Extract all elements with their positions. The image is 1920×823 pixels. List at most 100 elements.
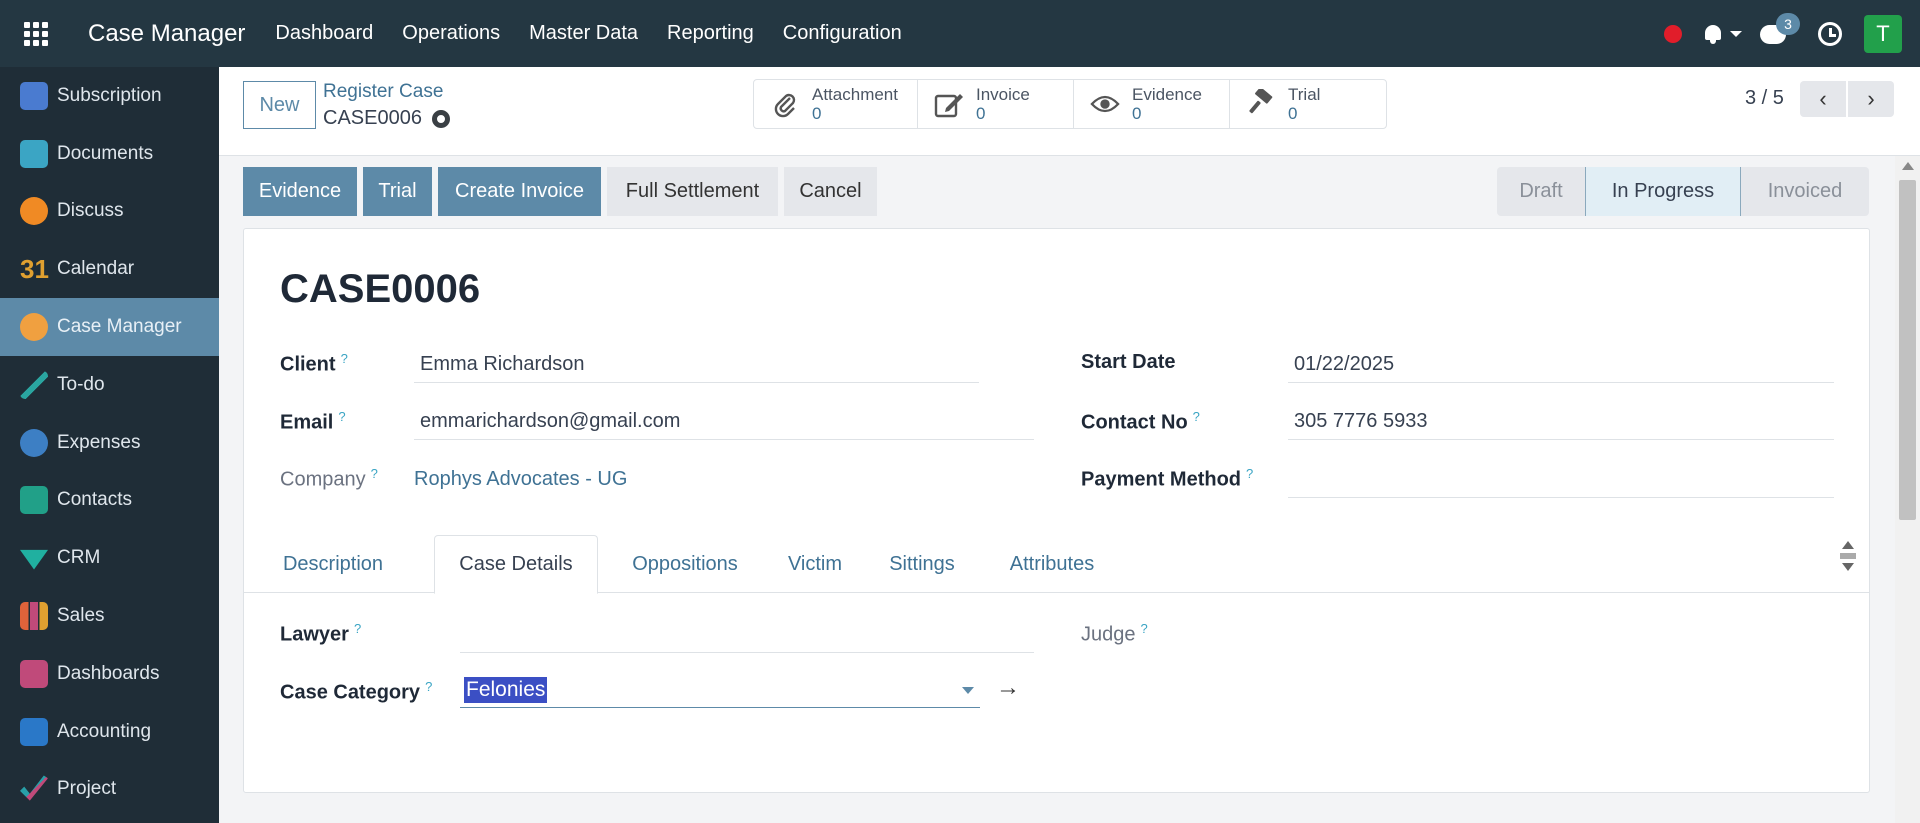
- chevron-down-icon[interactable]: [962, 687, 974, 694]
- project-icon: [20, 775, 48, 801]
- sidebar-item-label: Dashboards: [57, 662, 160, 684]
- documents-icon: [20, 139, 48, 168]
- accounting-icon: [20, 717, 48, 746]
- sidebar-item-calendar[interactable]: 31 Calendar: [0, 240, 219, 298]
- client-field[interactable]: Emma Richardson: [414, 347, 979, 383]
- recording-indicator-icon[interactable]: [1664, 24, 1682, 43]
- help-icon[interactable]: ?: [338, 409, 345, 424]
- create-invoice-button[interactable]: Create Invoice: [438, 167, 601, 216]
- help-icon[interactable]: ?: [371, 466, 378, 481]
- sidebar-item-label: CRM: [57, 547, 101, 569]
- scroll-up-icon[interactable]: [1901, 162, 1914, 170]
- sidebar-item-label: Case Manager: [57, 316, 182, 338]
- evidence-smart-button[interactable]: Evidence 0: [1074, 80, 1230, 128]
- menu-reporting[interactable]: Reporting: [667, 22, 754, 45]
- tab-oppositions[interactable]: Oppositions: [610, 535, 760, 593]
- lawyer-field[interactable]: [460, 617, 1034, 653]
- clock-icon[interactable]: [1818, 21, 1842, 46]
- tab-victim[interactable]: Victim: [774, 535, 856, 593]
- chevron-down-icon[interactable]: [1730, 30, 1742, 37]
- case-category-label-text: Case Category: [280, 681, 421, 704]
- evidence-button[interactable]: Evidence: [243, 167, 357, 216]
- sidebar-item-documents[interactable]: Documents: [0, 125, 219, 183]
- status-in-progress[interactable]: In Progress: [1585, 167, 1741, 216]
- status-draft[interactable]: Draft: [1497, 167, 1585, 216]
- paperclip-icon: [770, 89, 800, 119]
- user-avatar[interactable]: T: [1864, 14, 1902, 53]
- tabs-scroller[interactable]: [1839, 537, 1857, 585]
- breadcrumb-current-label: CASE0006: [323, 107, 422, 129]
- sidebar-item-expenses[interactable]: Expenses: [0, 414, 219, 472]
- calendar-icon: 31: [20, 254, 49, 285]
- pager-previous-button[interactable]: ‹: [1800, 81, 1846, 117]
- todo-icon: [20, 370, 48, 399]
- sidebar-item-subscription[interactable]: Subscription: [0, 67, 219, 125]
- help-icon[interactable]: ?: [354, 621, 361, 636]
- menu-dashboard[interactable]: Dashboard: [275, 22, 373, 45]
- gear-icon[interactable]: [431, 109, 450, 128]
- email-field[interactable]: emmarichardson@gmail.com: [414, 404, 1034, 440]
- case-manager-icon: [20, 313, 48, 342]
- discuss-icon: [20, 197, 48, 226]
- bell-icon[interactable]: [1702, 23, 1724, 45]
- apps-menu-icon[interactable]: [0, 0, 72, 67]
- judge-label-text: Judge: [1081, 623, 1136, 646]
- tab-attributes[interactable]: Attributes: [988, 535, 1116, 593]
- status-invoiced[interactable]: Invoiced: [1741, 167, 1869, 216]
- menu-master-data[interactable]: Master Data: [529, 22, 638, 45]
- sidebar-item-sales[interactable]: Sales: [0, 587, 219, 645]
- sidebar-item-project[interactable]: Project: [0, 761, 219, 819]
- company-field[interactable]: Rophys Advocates - UG: [408, 461, 808, 497]
- menu-configuration[interactable]: Configuration: [783, 22, 902, 45]
- full-settlement-button[interactable]: Full Settlement: [607, 167, 778, 216]
- new-button[interactable]: New: [243, 81, 316, 129]
- sidebar-item-todo[interactable]: To-do: [0, 356, 219, 414]
- sidebar: Subscription Documents Discuss 31 Calenda…: [0, 67, 219, 823]
- chat-icon[interactable]: 3: [1760, 12, 1800, 47]
- tab-case-details[interactable]: Case Details: [434, 535, 598, 594]
- app-title[interactable]: Case Manager: [88, 20, 245, 48]
- chat-badge: 3: [1776, 12, 1800, 35]
- chevron-right-icon: ›: [1867, 86, 1875, 111]
- crm-icon: [20, 549, 48, 570]
- cancel-button[interactable]: Cancel: [784, 167, 877, 216]
- invoice-smart-button[interactable]: Invoice 0: [918, 80, 1074, 128]
- start-date-field[interactable]: 01/22/2025: [1288, 347, 1834, 383]
- pager-value[interactable]: 3 / 5: [1745, 87, 1784, 110]
- help-icon[interactable]: ?: [425, 679, 432, 694]
- help-icon[interactable]: ?: [1141, 621, 1148, 636]
- trial-button[interactable]: Trial: [363, 167, 432, 216]
- page-scrollbar[interactable]: [1895, 156, 1920, 823]
- sidebar-item-case-manager[interactable]: Case Manager: [0, 298, 219, 356]
- attachment-smart-button[interactable]: Attachment 0: [754, 80, 918, 128]
- edit-icon: [934, 89, 964, 119]
- sidebar-item-contacts[interactable]: Contacts: [0, 472, 219, 530]
- breadcrumb-current: CASE0006: [323, 107, 450, 130]
- scrollbar-thumb[interactable]: [1899, 180, 1916, 520]
- payment-method-label-text: Payment Method: [1081, 468, 1242, 491]
- form-sheet: CASE0006 Client? Emma Richardson Email? …: [243, 228, 1870, 793]
- smart-buttons: Attachment 0 Invoice 0 Evidence 0 Trial 0: [753, 79, 1387, 129]
- menu-operations[interactable]: Operations: [402, 22, 500, 45]
- payment-method-field[interactable]: [1288, 462, 1834, 498]
- pager-next-button[interactable]: ›: [1848, 81, 1894, 117]
- tab-description[interactable]: Description: [269, 535, 397, 593]
- help-icon[interactable]: ?: [1246, 466, 1253, 481]
- arrow-right-icon[interactable]: →: [996, 674, 1020, 702]
- breadcrumb-parent[interactable]: Register Case: [323, 81, 443, 103]
- start-date-label: Start Date: [1081, 351, 1176, 373]
- sidebar-item-accounting[interactable]: Accounting: [0, 703, 219, 761]
- eye-icon: [1090, 89, 1120, 119]
- sidebar-item-label: Expenses: [57, 431, 141, 453]
- help-icon[interactable]: ?: [341, 351, 348, 366]
- sidebar-item-discuss[interactable]: Discuss: [0, 183, 219, 241]
- sidebar-item-crm[interactable]: CRM: [0, 529, 219, 587]
- help-icon[interactable]: ?: [1193, 409, 1200, 424]
- sidebar-item-dashboards[interactable]: Dashboards: [0, 645, 219, 703]
- case-category-select[interactable]: Felonies: [460, 672, 980, 708]
- tab-sittings[interactable]: Sittings: [870, 535, 974, 593]
- trial-smart-button[interactable]: Trial 0: [1230, 80, 1386, 128]
- contact-no-field[interactable]: 305 7776 5933: [1288, 404, 1834, 440]
- smart-button-label: Attachment: [812, 85, 898, 104]
- contact-no-label-text: Contact No: [1081, 411, 1188, 434]
